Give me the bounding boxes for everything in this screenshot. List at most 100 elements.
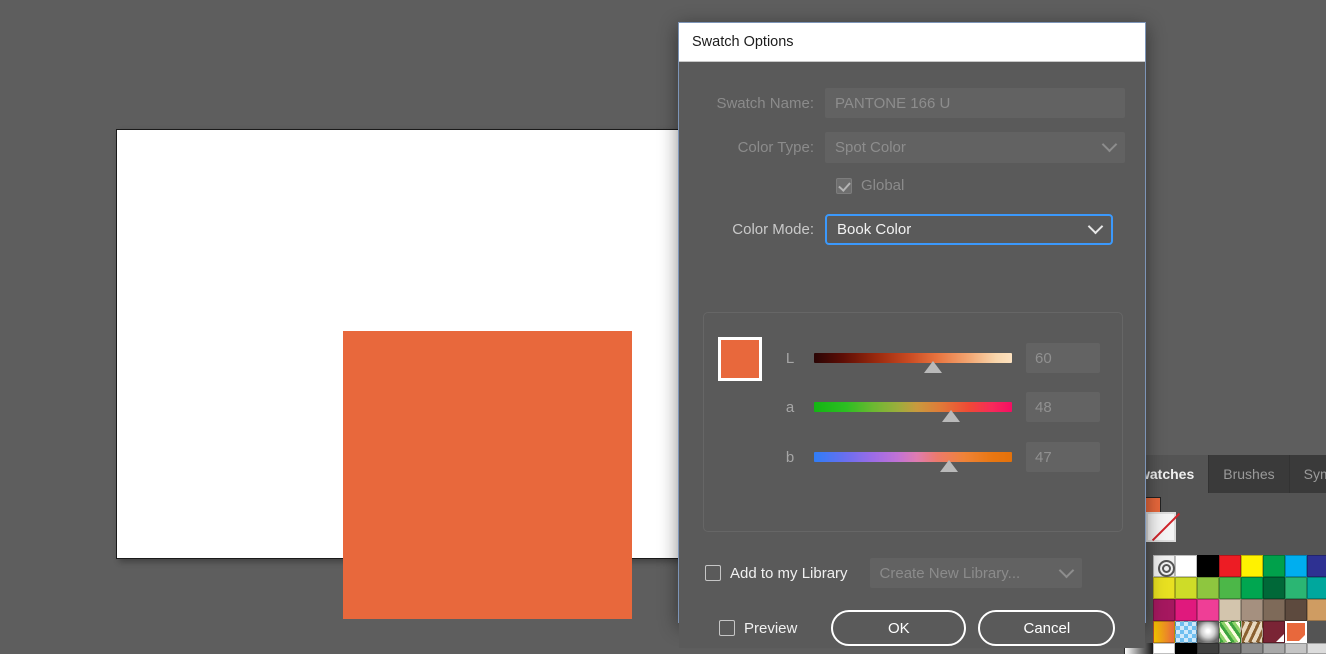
tab-swatches-label: watches	[1139, 466, 1195, 482]
swatch-cell[interactable]	[1307, 555, 1326, 577]
slider-b[interactable]	[814, 452, 1012, 472]
swatch-name-row: Swatch Name: PANTONE 166 U	[679, 88, 1145, 118]
swatch-cell[interactable]	[1175, 599, 1197, 621]
slider-thumb-l[interactable]	[923, 361, 942, 373]
slider-a[interactable]	[814, 402, 1012, 422]
swatch-name-label: Swatch Name:	[716, 94, 814, 112]
slider-track-l[interactable]	[814, 353, 1012, 363]
cancel-button[interactable]: Cancel	[978, 610, 1116, 646]
swatch-name-value: PANTONE 166 U	[835, 94, 951, 112]
swatch-cell[interactable]	[1263, 555, 1285, 577]
value-b: 47	[1035, 448, 1052, 466]
swatch-cell[interactable]	[1263, 643, 1285, 654]
swatch-cell[interactable]	[1175, 555, 1197, 577]
slider-thumb-a[interactable]	[941, 410, 960, 422]
add-to-library-row: Add to my Library Create New Library...	[705, 558, 1082, 588]
swatch-cell[interactable]	[1241, 577, 1263, 599]
swatch-cell[interactable]	[1153, 577, 1175, 599]
swatch-cell[interactable]	[1153, 621, 1175, 643]
swatch-cell[interactable]	[1175, 621, 1197, 643]
orange-rectangle-shape[interactable]	[343, 331, 632, 619]
swatch-cell[interactable]	[1241, 555, 1263, 577]
swatch-cell[interactable]	[1219, 555, 1241, 577]
value-a: 48	[1035, 398, 1052, 416]
slider-label-l: L	[785, 349, 795, 367]
swatch-cell[interactable]	[1175, 643, 1197, 654]
value-input-a: 48	[1026, 392, 1100, 422]
swatch-cell[interactable]	[1219, 599, 1241, 621]
swatch-cell[interactable]	[1153, 555, 1175, 577]
slider-label-a: a	[785, 398, 795, 416]
swatches-panel[interactable]: watches Brushes Symb	[1124, 455, 1326, 654]
tab-symbols-label: Symb	[1303, 466, 1326, 482]
library-select-value: Create New Library...	[879, 564, 1021, 582]
panel-tab-bar: watches Brushes Symb	[1125, 455, 1326, 493]
color-type-label: Color Type:	[737, 139, 814, 156]
swatch-cell[interactable]	[1197, 555, 1219, 577]
color-type-row: Color Type: Spot Color	[679, 132, 1145, 163]
dialog-title: Swatch Options	[692, 34, 794, 50]
slider-row-b: b 47	[782, 442, 1112, 472]
slider-label-b: b	[785, 448, 795, 466]
value-l: 60	[1035, 349, 1052, 367]
color-values-group: L 60 a 48 b 47	[703, 312, 1123, 532]
swatch-cell[interactable]	[1263, 577, 1285, 599]
slider-track-a[interactable]	[814, 402, 1012, 412]
swatch-cell[interactable]	[1241, 643, 1263, 654]
swatch-cell[interactable]	[1197, 599, 1219, 621]
swatch-cell[interactable]	[1285, 555, 1307, 577]
swatch-cell[interactable]	[1175, 577, 1197, 599]
preview-checkbox-row: Preview	[719, 620, 797, 637]
color-mode-value: Book Color	[837, 221, 912, 238]
value-input-b: 47	[1026, 442, 1100, 472]
swatch-options-dialog[interactable]: Swatch Options Swatch Name: PANTONE 166 …	[678, 22, 1146, 648]
global-label: Global	[861, 177, 905, 194]
swatch-cell[interactable]	[1153, 643, 1175, 654]
swatch-cell[interactable]	[1197, 621, 1219, 643]
swatch-cell[interactable]	[1307, 643, 1326, 654]
swatch-bottom-row[interactable]	[1153, 643, 1326, 654]
slider-track-b[interactable]	[814, 452, 1012, 462]
value-input-l: 60	[1026, 343, 1100, 373]
swatch-cell[interactable]	[1285, 643, 1307, 654]
swatch-cell-selected[interactable]	[1285, 621, 1307, 643]
color-mode-select[interactable]: Book Color	[825, 214, 1113, 245]
swatch-grid[interactable]	[1153, 555, 1326, 643]
tab-brushes[interactable]: Brushes	[1209, 455, 1290, 493]
swatch-cell[interactable]	[1285, 599, 1307, 621]
swatch-cell[interactable]	[1197, 577, 1219, 599]
add-to-library-checkbox[interactable]	[705, 565, 721, 581]
slider-thumb-b[interactable]	[939, 460, 958, 472]
dialog-button-row: Preview OK Cancel	[719, 610, 1119, 646]
tab-symbols[interactable]: Symb	[1290, 455, 1326, 493]
slider-row-a: a 48	[782, 392, 1112, 422]
swatch-cell[interactable]	[1153, 599, 1175, 621]
chevron-down-icon	[1101, 136, 1118, 153]
swatch-name-input: PANTONE 166 U	[825, 88, 1125, 118]
swatch-cell[interactable]	[1307, 599, 1326, 621]
preview-checkbox[interactable]	[719, 620, 735, 636]
add-to-library-label: Add to my Library	[730, 564, 848, 582]
dialog-body: Swatch Name: PANTONE 166 U Color Type: S…	[679, 88, 1145, 648]
swatch-cell[interactable]	[1219, 621, 1241, 643]
slider-l[interactable]	[814, 353, 1012, 373]
color-type-select: Spot Color	[825, 132, 1125, 163]
color-type-value: Spot Color	[835, 139, 906, 156]
ok-button[interactable]: OK	[831, 610, 967, 646]
dialog-titlebar: Swatch Options	[679, 23, 1145, 62]
global-checkbox	[836, 177, 852, 194]
color-preview-swatch[interactable]	[718, 337, 762, 381]
library-select: Create New Library...	[869, 558, 1082, 588]
swatch-cell[interactable]	[1219, 643, 1241, 654]
swatch-cell[interactable]	[1241, 599, 1263, 621]
swatch-cell[interactable]	[1263, 621, 1285, 643]
stroke-color-box[interactable]	[1146, 512, 1176, 542]
swatch-cell[interactable]	[1197, 643, 1219, 654]
swatch-cell[interactable]	[1219, 577, 1241, 599]
tab-brushes-label: Brushes	[1223, 466, 1275, 482]
swatch-cell[interactable]	[1263, 599, 1285, 621]
swatch-cell[interactable]	[1285, 577, 1307, 599]
swatch-cell[interactable]	[1241, 621, 1263, 643]
swatch-cell[interactable]	[1307, 577, 1326, 599]
global-checkbox-row: Global	[836, 177, 1145, 194]
